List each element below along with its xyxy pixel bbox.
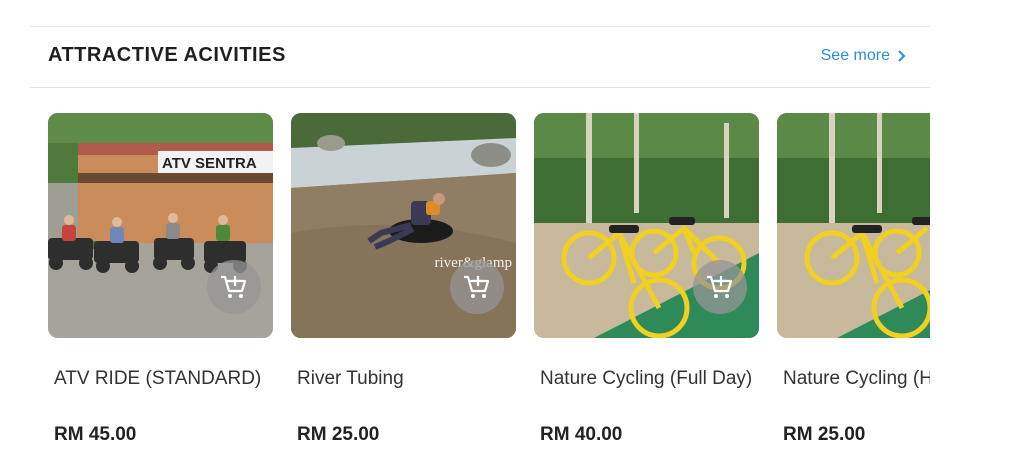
add-to-cart-button[interactable] bbox=[693, 260, 747, 314]
activity-list: ATV SENTRA ATV RIDE (STANDARD) RM 45.00 … bbox=[48, 113, 930, 446]
section-title: ATTRACTIVE ACIVITIES bbox=[48, 44, 286, 66]
activity-price: RM 25.00 bbox=[783, 424, 866, 445]
activity-card-river-tubing[interactable]: river&glamp River Tubing RM 25.00 bbox=[291, 113, 516, 446]
section-header: ATTRACTIVE ACIVITIES See more bbox=[30, 26, 930, 88]
svg-text:ATV SENTRA: ATV SENTRA bbox=[162, 155, 257, 172]
add-to-cart-icon bbox=[221, 275, 247, 298]
see-more-link[interactable]: See more bbox=[821, 47, 906, 65]
activity-price: RM 40.00 bbox=[540, 424, 623, 445]
activity-name[interactable]: Nature Cycling (Half Day) bbox=[783, 364, 930, 422]
activity-price: RM 25.00 bbox=[297, 424, 380, 445]
activity-name[interactable]: ATV RIDE (STANDARD) bbox=[54, 364, 273, 422]
activity-name[interactable]: Nature Cycling (Full Day) bbox=[540, 364, 759, 422]
activities-section: ATTRACTIVE ACIVITIES See more ATV SENTRA bbox=[30, 26, 930, 471]
activity-image-atv[interactable]: ATV SENTRA bbox=[48, 113, 273, 338]
add-to-cart-icon bbox=[464, 275, 490, 298]
activity-price: RM 45.00 bbox=[54, 424, 137, 445]
see-more-label: See more bbox=[820, 47, 890, 64]
chevron-right-icon bbox=[898, 50, 906, 62]
activity-image-nature-cycling-full[interactable] bbox=[534, 113, 759, 338]
add-to-cart-icon bbox=[707, 275, 733, 298]
activity-card-nature-cycling-half[interactable]: Nature Cycling (Half Day) RM 25.00 bbox=[777, 113, 930, 446]
activity-card-nature-cycling-full[interactable]: Nature Cycling (Full Day) RM 40.00 bbox=[534, 113, 759, 446]
activity-card-atv[interactable]: ATV SENTRA ATV RIDE (STANDARD) RM 45.00 bbox=[48, 113, 273, 446]
activity-image-nature-cycling-half[interactable] bbox=[777, 113, 930, 338]
add-to-cart-button[interactable] bbox=[207, 260, 261, 314]
add-to-cart-button[interactable] bbox=[450, 260, 504, 314]
activity-name[interactable]: River Tubing bbox=[297, 364, 516, 422]
activity-image-river-tubing[interactable]: river&glamp bbox=[291, 113, 516, 338]
